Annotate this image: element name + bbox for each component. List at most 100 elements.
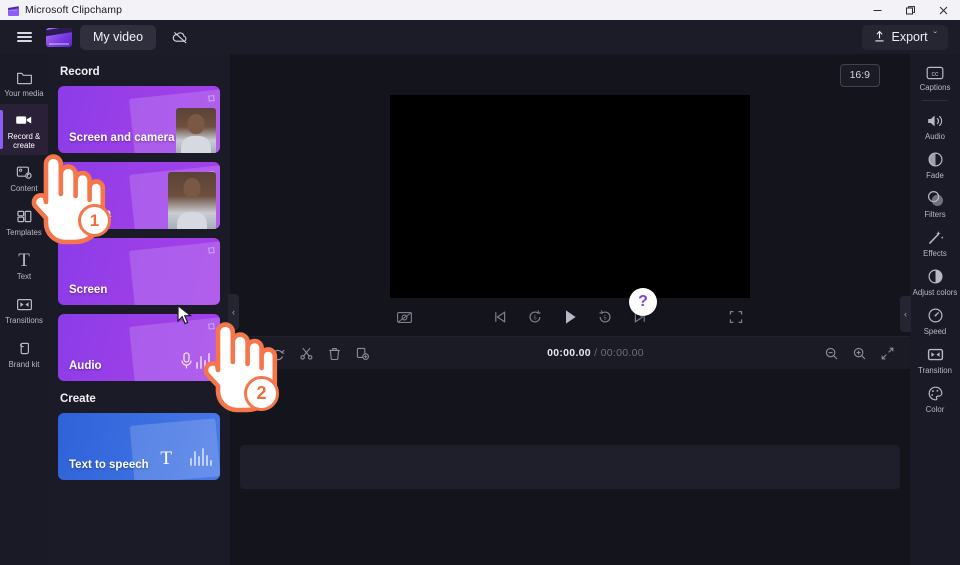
delete-button[interactable] bbox=[322, 341, 347, 365]
sidebar-item-filters[interactable]: Filters bbox=[910, 184, 960, 223]
wave-bar bbox=[198, 456, 200, 466]
sidebar-item-label: Transition bbox=[918, 366, 952, 375]
sidebar-item-transition[interactable]: Transition bbox=[910, 340, 960, 379]
panel-section-heading: Record bbox=[60, 66, 100, 78]
help-button[interactable]: ? bbox=[629, 288, 657, 316]
project-name-tab[interactable]: My video bbox=[80, 24, 157, 50]
sidebar-item-speed[interactable]: Speed bbox=[910, 301, 960, 340]
timeline-ruler[interactable] bbox=[230, 369, 960, 389]
sidebar-item-fade[interactable]: Fade bbox=[910, 145, 960, 184]
templates-grid-icon bbox=[15, 207, 34, 226]
cloud-off-icon[interactable] bbox=[164, 23, 196, 51]
rewind-button[interactable]: 5 bbox=[521, 304, 549, 330]
sidebar-item-content[interactable]: Content bbox=[0, 155, 48, 199]
chevron-left-icon: ‹ bbox=[904, 309, 907, 319]
skip-to-start-button[interactable] bbox=[486, 304, 514, 330]
fade-icon bbox=[926, 150, 945, 169]
svg-text:5: 5 bbox=[533, 315, 536, 321]
playback-buttons: 5 5 bbox=[418, 304, 722, 330]
redo-button[interactable] bbox=[266, 341, 291, 365]
timeline-body[interactable] bbox=[230, 369, 960, 565]
sidebar-item-label: Record & create bbox=[7, 132, 41, 150]
closed-captions-icon: cc bbox=[925, 65, 945, 81]
sidebar-item-transitions[interactable]: Transitions bbox=[0, 287, 48, 331]
sidebar-item-your-media[interactable]: Your media bbox=[0, 60, 48, 104]
question-mark-icon: ? bbox=[638, 293, 648, 310]
video-preview-canvas[interactable] bbox=[390, 95, 750, 298]
clapperboard-icon bbox=[7, 4, 20, 17]
sidebar-item-adjust-colors[interactable]: Adjust colors bbox=[910, 262, 960, 301]
window-title-bar: Microsoft Clipchamp bbox=[0, 0, 960, 20]
right-sidebar-rail: cc Captions Audio Fade Filters Effects A… bbox=[910, 54, 960, 565]
play-button[interactable] bbox=[556, 304, 584, 330]
duplicate-button[interactable] bbox=[350, 341, 375, 365]
hamburger-line bbox=[16, 40, 32, 42]
sidebar-item-label: Fade bbox=[926, 171, 944, 180]
undo-button[interactable] bbox=[238, 341, 263, 365]
fit-to-screen-button[interactable] bbox=[875, 341, 900, 365]
sidebar-item-label: Content bbox=[10, 183, 38, 193]
current-time: 00:00.00 bbox=[547, 347, 591, 359]
record-card-screen[interactable]: Screen bbox=[58, 238, 220, 305]
step-badge-1: 1 bbox=[78, 204, 111, 237]
split-button[interactable] bbox=[294, 341, 319, 365]
restore-button[interactable] bbox=[894, 0, 927, 20]
record-card-audio[interactable]: Audio bbox=[58, 314, 220, 381]
wave-bar bbox=[212, 363, 214, 369]
sidebar-item-record-and-create[interactable]: Record & create bbox=[0, 104, 48, 155]
sidebar-item-label: Color bbox=[925, 405, 945, 414]
hamburger-menu-icon[interactable] bbox=[8, 23, 40, 51]
chevron-down-icon: ˇ bbox=[933, 31, 937, 42]
zoom-out-button[interactable] bbox=[819, 341, 844, 365]
step-number: 2 bbox=[256, 383, 267, 403]
sidebar-item-text[interactable]: T Text bbox=[0, 243, 48, 287]
sidebar-item-label: Transitions bbox=[5, 315, 43, 325]
sidebar-item-color[interactable]: Color bbox=[910, 379, 960, 418]
upload-icon bbox=[873, 30, 886, 43]
sidebar-item-label: Effects bbox=[923, 249, 947, 258]
sidebar-item-effects[interactable]: Effects bbox=[910, 223, 960, 262]
wave-bar bbox=[196, 362, 198, 369]
timecode-separator: / bbox=[590, 347, 601, 359]
aspect-ratio-button[interactable]: 16:9 bbox=[839, 64, 880, 87]
close-button[interactable] bbox=[927, 0, 960, 20]
sidebar-item-brand-kit[interactable]: Brand kit bbox=[0, 331, 48, 375]
wave-bar bbox=[210, 460, 212, 466]
rail-divider bbox=[922, 100, 948, 101]
magic-wand-icon bbox=[926, 228, 945, 247]
create-card-text-to-speech[interactable]: T Text to speech bbox=[58, 413, 220, 480]
project-name-label: My video bbox=[93, 29, 144, 44]
window-title: Microsoft Clipchamp bbox=[25, 4, 123, 16]
record-card-label: Screen bbox=[69, 284, 108, 296]
wave-bar bbox=[194, 451, 196, 466]
sidebar-item-captions[interactable]: cc Captions bbox=[910, 60, 960, 96]
record-card-screen-and-camera[interactable]: Screen and camera bbox=[58, 86, 220, 153]
minimize-button[interactable] bbox=[861, 0, 894, 20]
palette-icon bbox=[926, 384, 945, 403]
card-artwork-person bbox=[168, 172, 216, 229]
record-card-label: Audio bbox=[69, 360, 102, 372]
collapse-right-panel-button[interactable]: ‹ bbox=[900, 296, 911, 332]
capture-frame-button[interactable] bbox=[390, 304, 418, 330]
collapse-panel-button[interactable]: ‹ bbox=[228, 294, 239, 330]
sidebar-item-templates[interactable]: Templates bbox=[0, 199, 48, 243]
speedometer-icon bbox=[926, 306, 945, 325]
wave-bar bbox=[204, 360, 206, 369]
wave-bar bbox=[208, 353, 210, 369]
forward-button[interactable]: 5 bbox=[591, 304, 619, 330]
zoom-in-button[interactable] bbox=[847, 341, 872, 365]
record-and-create-panel: Record Screen and camera Camera Screen bbox=[48, 54, 230, 565]
sidebar-item-label: Text bbox=[16, 271, 32, 281]
sidebar-item-label: Captions bbox=[919, 83, 951, 92]
export-button[interactable]: Export ˇ bbox=[861, 24, 948, 50]
fullscreen-button[interactable] bbox=[722, 304, 750, 330]
transitions-icon bbox=[15, 295, 34, 314]
preview-stage: 16:9 5 5 bbox=[230, 54, 910, 336]
sidebar-item-audio[interactable]: Audio bbox=[910, 107, 960, 145]
card-artwork-screen bbox=[129, 241, 220, 305]
hamburger-line bbox=[16, 36, 32, 38]
panel-section-heading: Create bbox=[60, 393, 96, 405]
create-card-label: Text to speech bbox=[69, 459, 149, 471]
timeline-track-placeholder[interactable] bbox=[240, 445, 900, 489]
transition-icon bbox=[926, 345, 945, 364]
